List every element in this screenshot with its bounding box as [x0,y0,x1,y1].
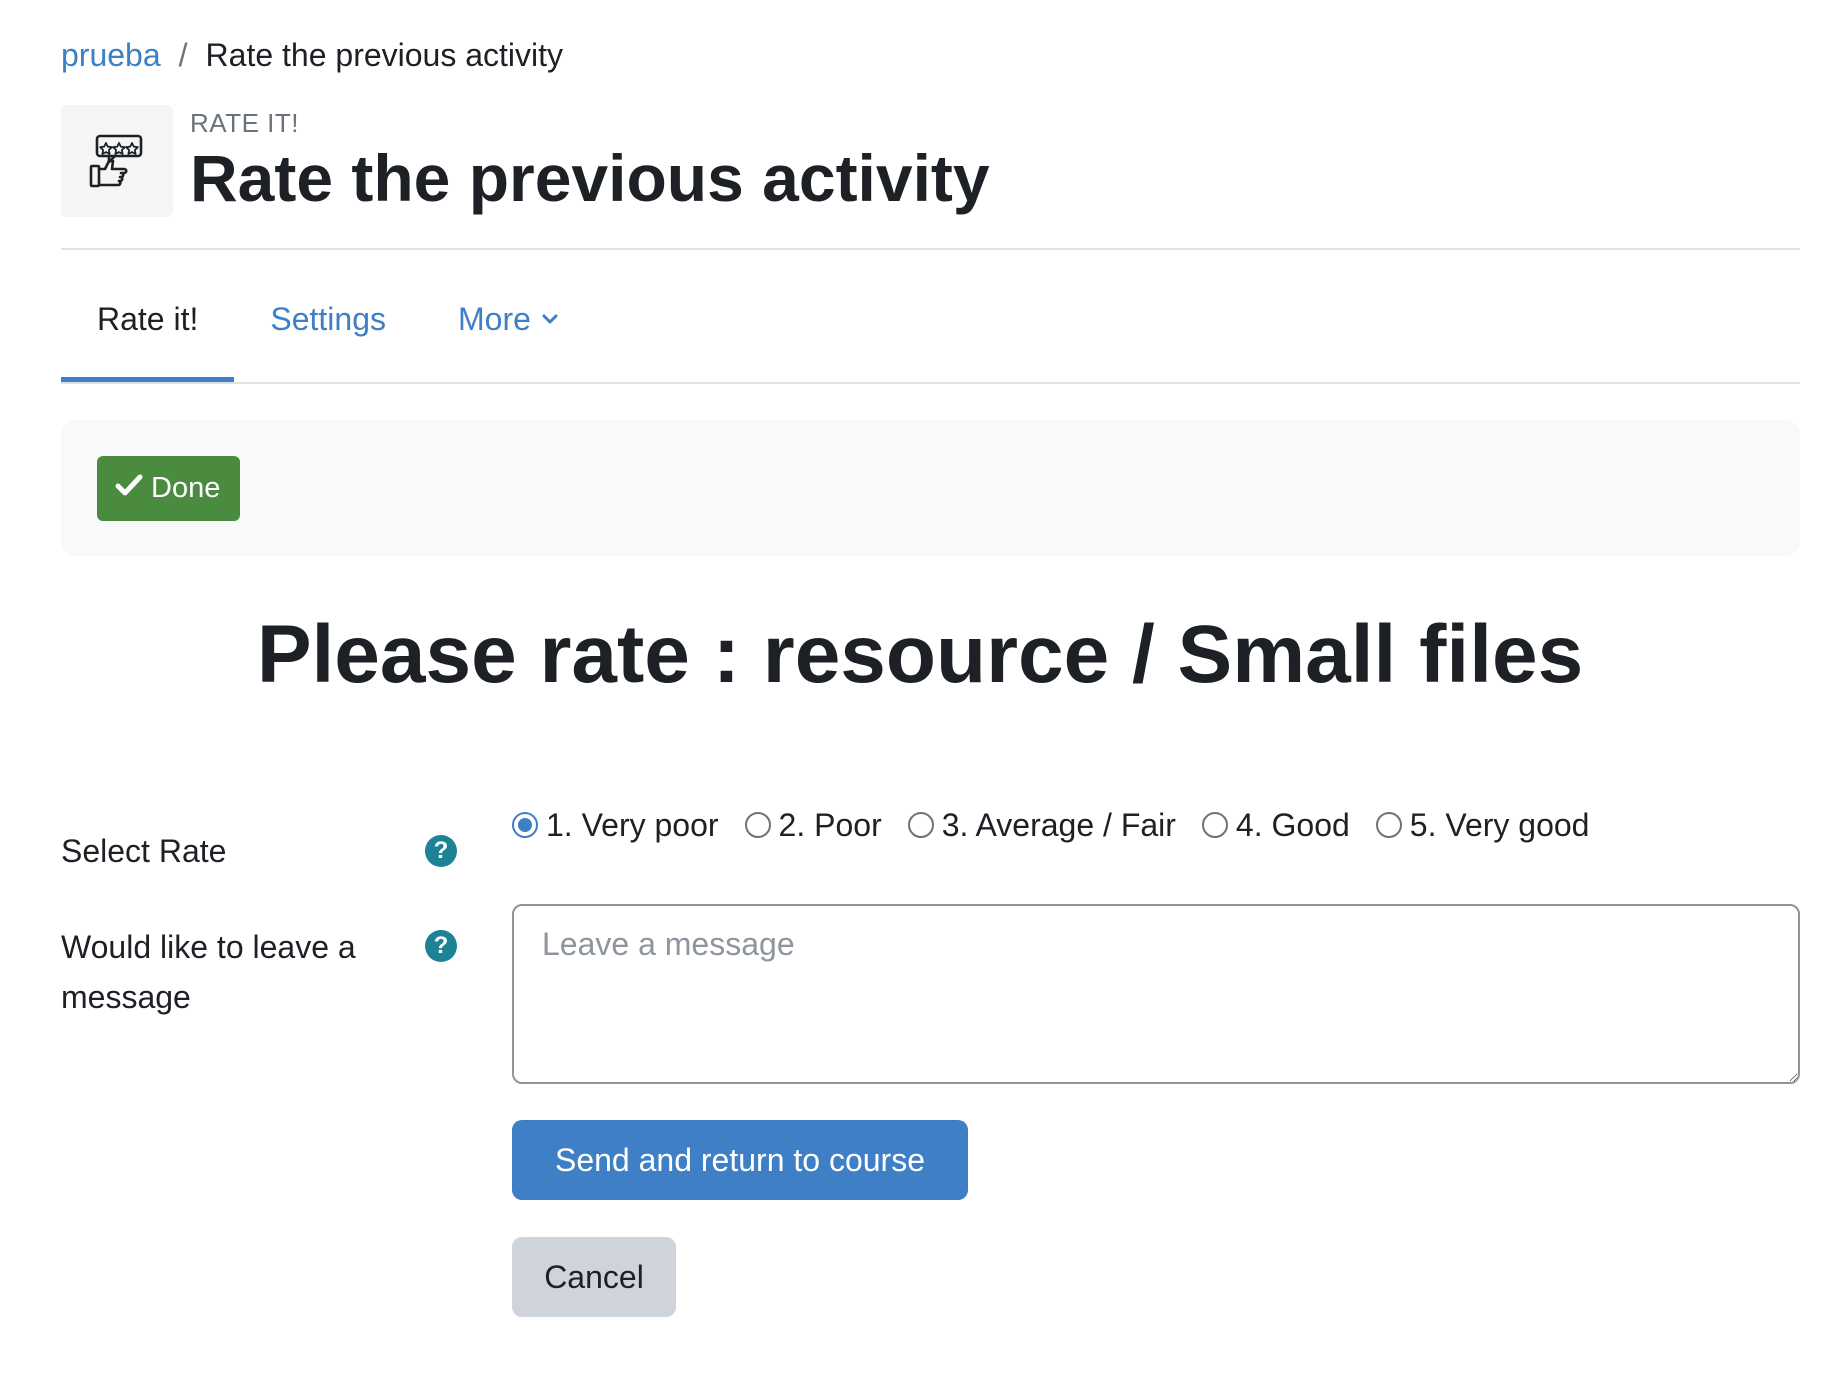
page: prueba / Rate the previous activity RATE… [0,0,1840,1378]
breadcrumb-current: Rate the previous activity [205,36,564,73]
tab-label: More [458,300,531,337]
rate-option-1[interactable]: 1. Very poor [512,807,719,844]
activity-completion-panel: Done [61,420,1800,556]
rate-option-label: 2. Poor [778,806,882,843]
message-textarea[interactable] [512,904,1800,1084]
chevron-down-icon [541,310,559,328]
rate-option-2[interactable]: 2. Poor [744,806,882,844]
rate-option-label: 3. Average / Fair [941,806,1176,843]
page-title: Rate the previous activity [190,141,990,215]
rate-radio-group: 1. Very poor 2. Poor 3. Average / Fair 4… [512,800,1589,850]
rate-option-label: 1. Very poor [546,806,719,843]
rate-option-4[interactable]: 4. Good [1201,806,1350,844]
rate-option-label: 4. Good [1235,806,1350,843]
done-label: Done [151,472,221,504]
rate-it-activity-icon [61,105,173,217]
tab-label: Settings [270,300,386,337]
radio-button[interactable] [907,812,934,838]
tabs-divider [61,382,1800,384]
question-circle-icon[interactable]: ? [425,835,457,867]
radio-button[interactable] [1375,812,1402,838]
cancel-button[interactable]: Cancel [512,1237,676,1317]
radio-button[interactable] [512,812,538,838]
breadcrumb-course-link[interactable]: prueba [61,37,161,74]
tab-label: Rate it! [97,300,199,337]
breadcrumb-separator: / [178,36,188,73]
question-circle-icon[interactable]: ? [425,930,457,962]
tab-settings[interactable]: Settings [234,256,422,382]
select-rate-label: Select Rate [61,833,227,869]
header-divider [61,248,1800,250]
done-badge: Done [97,456,241,521]
tab-rate-it[interactable]: Rate it! [61,256,235,382]
rate-option-label: 5. Very good [1409,806,1590,843]
check-icon [115,472,143,505]
rating-heading: Please rate : resource / Small files [256,609,1584,700]
message-label: Would like to leave a message [61,922,391,1022]
rate-option-3[interactable]: 3. Average / Fair [907,806,1176,844]
activity-type-label: RATE IT! [190,108,299,138]
rate-option-5[interactable]: 5. Very good [1375,806,1590,844]
radio-button[interactable] [744,812,771,838]
send-and-return-button[interactable]: Send and return to course [512,1120,968,1200]
message-label-line: Would like to leave a [61,929,356,965]
tab-more[interactable]: More [422,256,595,382]
message-label-line: message [61,979,191,1015]
breadcrumb: prueba / Rate the previous activity [61,33,563,77]
secondary-navigation: Rate it! Settings More [61,256,595,382]
radio-button[interactable] [1201,812,1228,838]
